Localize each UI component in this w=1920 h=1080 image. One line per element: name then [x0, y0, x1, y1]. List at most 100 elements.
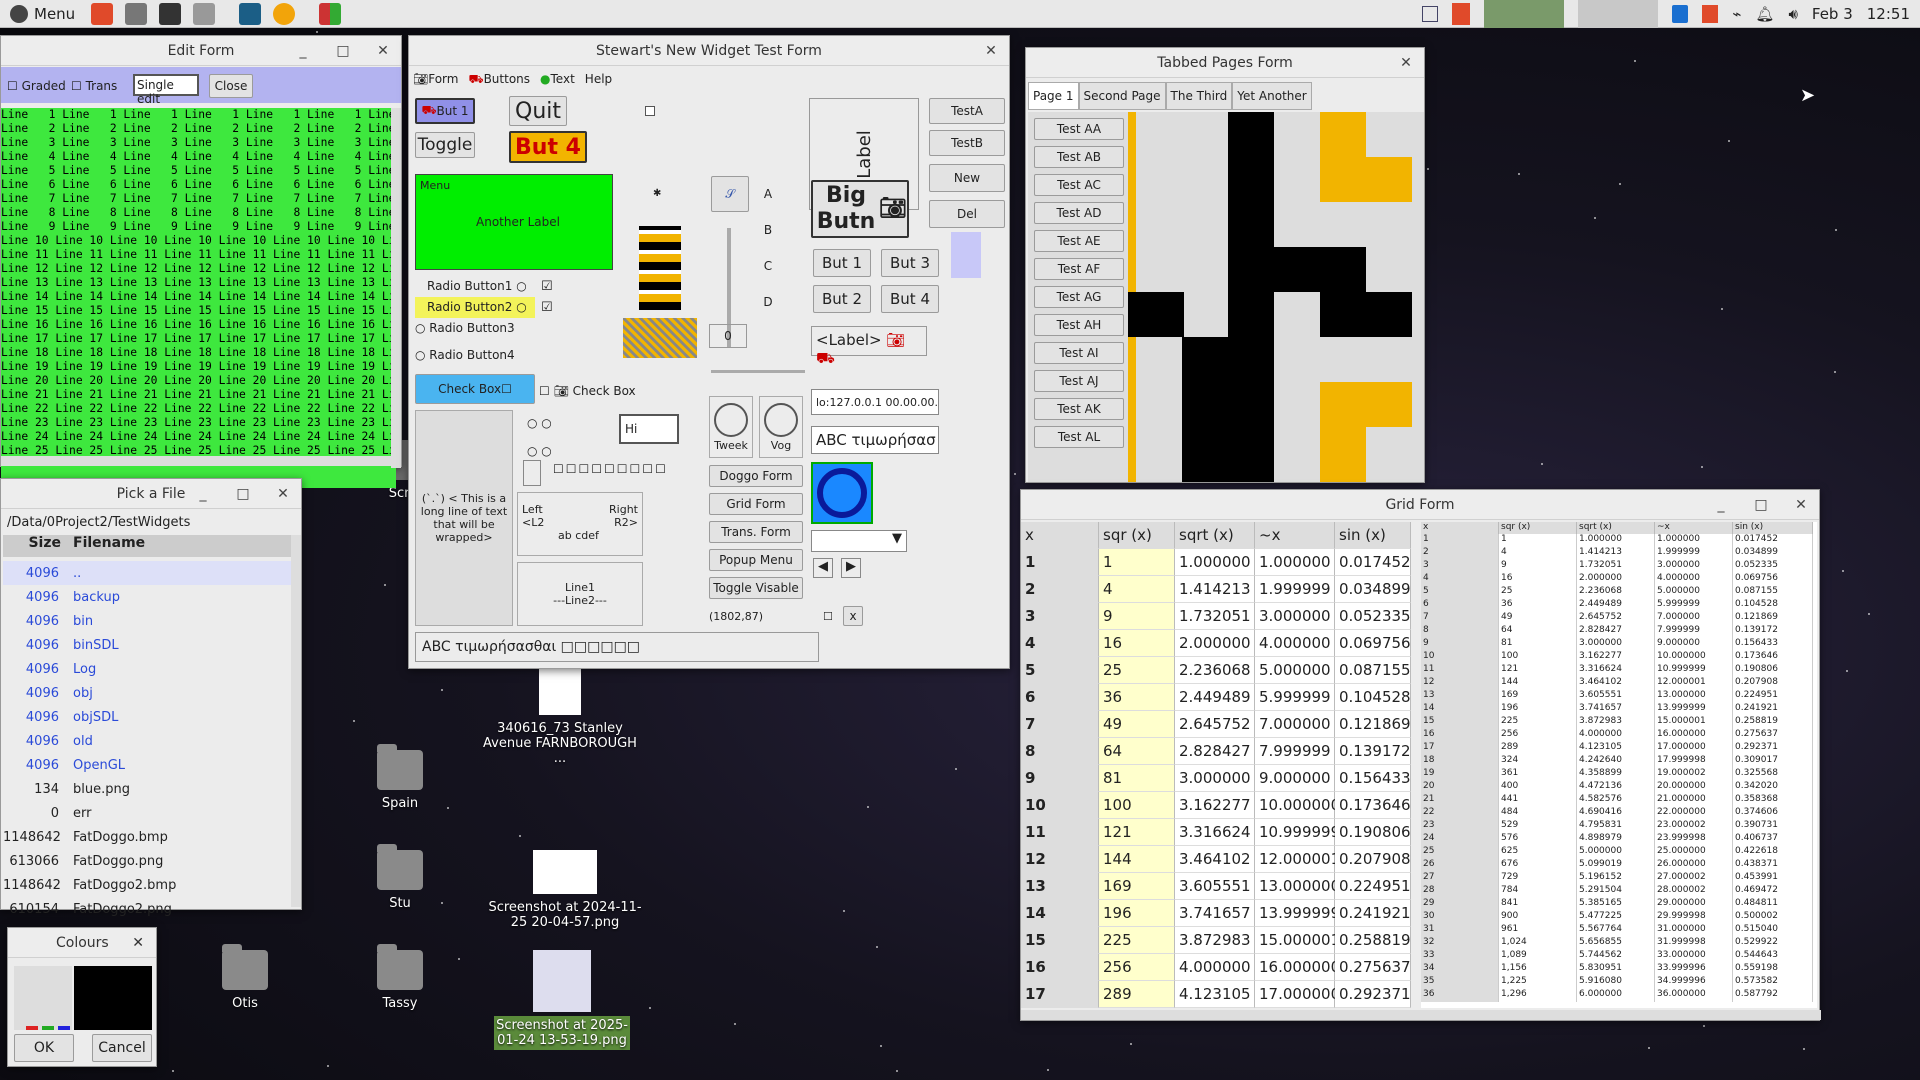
- mini-grid-cell[interactable]: 3.872983: [1577, 716, 1655, 729]
- testa-button[interactable]: TestA: [929, 98, 1005, 124]
- right-arrow-button[interactable]: ▶: [841, 558, 861, 578]
- files-icon[interactable]: [125, 2, 148, 25]
- mini-grid-cell[interactable]: 13.000000: [1655, 690, 1733, 703]
- mini-grid-cell[interactable]: 35: [1421, 976, 1499, 989]
- grid-cell[interactable]: 3.316624: [1175, 819, 1255, 846]
- mini-grid-cell[interactable]: 2.449489: [1577, 599, 1655, 612]
- mini-grid-cell[interactable]: 0.544643: [1733, 950, 1813, 963]
- red-slider[interactable]: [26, 1026, 38, 1030]
- title-bar[interactable]: Tabbed Pages Form ✕: [1026, 48, 1424, 78]
- grid-form-button[interactable]: Grid Form: [709, 493, 803, 515]
- mini-grid-cell[interactable]: 13.999999: [1655, 703, 1733, 716]
- grid-cell[interactable]: 7.999999: [1255, 738, 1335, 765]
- grid-cell[interactable]: 3.000000: [1255, 603, 1335, 630]
- menu-text[interactable]: ●Text: [540, 72, 575, 88]
- ok-button[interactable]: OK: [14, 1034, 74, 1062]
- tab-3[interactable]: The Third: [1165, 82, 1233, 110]
- grid-cell[interactable]: 9: [1099, 603, 1175, 630]
- testb-button[interactable]: TestB: [929, 130, 1005, 156]
- menu-help[interactable]: Help: [585, 72, 612, 88]
- another-label-panel[interactable]: Menu Another Label: [415, 174, 613, 270]
- mini-grid-cell[interactable]: 1.000000: [1577, 534, 1655, 547]
- mini-grid-cell[interactable]: 4: [1421, 573, 1499, 586]
- book-icon[interactable]: [239, 2, 262, 25]
- mini-grid-cell[interactable]: 1.000000: [1655, 534, 1733, 547]
- mini-grid-cell[interactable]: 0.515040: [1733, 924, 1813, 937]
- toggle-visible-button[interactable]: Toggle Visable: [709, 577, 803, 599]
- mini-grid-cell[interactable]: 0.173646: [1733, 651, 1813, 664]
- mini-grid-cell[interactable]: 3.162277: [1577, 651, 1655, 664]
- grid-cell[interactable]: 0.139172: [1335, 738, 1411, 765]
- file-row[interactable]: 4096 backup: [3, 585, 291, 609]
- mini-grid-cell[interactable]: 33.999996: [1655, 963, 1733, 976]
- desktop-icon-screenshot-2[interactable]: Screenshot at 2025-01-24 13-53-19.png: [494, 950, 630, 1050]
- del-button[interactable]: Del: [929, 200, 1005, 228]
- grid-cell[interactable]: 1: [1021, 549, 1099, 576]
- mini-grid-cell[interactable]: 0.484811: [1733, 898, 1813, 911]
- test-button[interactable]: Test AA: [1034, 118, 1124, 140]
- cancel-button[interactable]: Cancel: [92, 1034, 152, 1062]
- horizontal-scrollbar[interactable]: [1021, 1010, 1821, 1020]
- mini-grid-cell[interactable]: 33.000000: [1655, 950, 1733, 963]
- hi-input[interactable]: Hi: [619, 414, 679, 444]
- grid-cell[interactable]: 1: [1099, 549, 1175, 576]
- mini-grid-cell[interactable]: 32: [1421, 937, 1499, 950]
- mini-grid-cell[interactable]: 1: [1499, 534, 1577, 547]
- mini-grid-cell[interactable]: 4.000000: [1655, 573, 1733, 586]
- grid-cell[interactable]: 9.000000: [1255, 765, 1335, 792]
- mini-grid-cell[interactable]: 5.000000: [1655, 586, 1733, 599]
- network-icon[interactable]: ⌁: [1732, 5, 1741, 23]
- mini-grid-cell[interactable]: 5.099019: [1577, 859, 1655, 872]
- file-row[interactable]: 1148642 FatDoggo2.bmp: [3, 873, 291, 897]
- mini-grid-cell[interactable]: 21: [1421, 794, 1499, 807]
- mini-grid-cell[interactable]: 4.898979: [1577, 833, 1655, 846]
- filename-column-header[interactable]: Filename: [67, 535, 145, 557]
- test-button[interactable]: Test AB: [1034, 146, 1124, 168]
- mini-grid-cell[interactable]: 6: [1421, 599, 1499, 612]
- mini-grid-cell[interactable]: 0.139172: [1733, 625, 1813, 638]
- mini-grid-cell[interactable]: 0.422618: [1733, 846, 1813, 859]
- grid-cell[interactable]: 121: [1099, 819, 1175, 846]
- mini-grid-cell[interactable]: 5.656855: [1577, 937, 1655, 950]
- mini-grid-cell[interactable]: 23.000002: [1655, 820, 1733, 833]
- mini-grid-cell[interactable]: 0.390731: [1733, 820, 1813, 833]
- mini-grid-cell[interactable]: 0.207908: [1733, 677, 1813, 690]
- mini-grid-cell[interactable]: 289: [1499, 742, 1577, 755]
- grid-cell[interactable]: 8: [1021, 738, 1099, 765]
- mini-grid-cell[interactable]: 324: [1499, 755, 1577, 768]
- grid-cell[interactable]: 3.464102: [1175, 846, 1255, 873]
- mini-data-grid[interactable]: x sqr (x) sqrt (x) ~x sin (x) 1 1 1.000000 1.000…: [1421, 522, 1817, 1008]
- mini-grid-cell[interactable]: 25.000000: [1655, 846, 1733, 859]
- mini-grid-cell[interactable]: 2.828427: [1577, 625, 1655, 638]
- data-grid[interactable]: x sqr (x) sqrt (x) ~x sin (x) 1 1 1.000000 1.000…: [1021, 522, 1411, 1008]
- mini-grid-cell[interactable]: 1,296: [1499, 989, 1577, 1002]
- mini-grid-cell[interactable]: 0.453991: [1733, 872, 1813, 885]
- grid-cell[interactable]: 0.190806: [1335, 819, 1411, 846]
- mini-grid-cell[interactable]: 0.258819: [1733, 716, 1813, 729]
- grid-cell[interactable]: 1.732051: [1175, 603, 1255, 630]
- grid-header-cell[interactable]: x: [1021, 522, 1099, 549]
- maximize-button[interactable]: □: [333, 41, 353, 61]
- radio-button-3[interactable]: ○ Radio Button3: [415, 318, 535, 339]
- mini-grid-cell[interactable]: 100: [1499, 651, 1577, 664]
- desktop-icon-screenshot-1[interactable]: Screenshot at 2024-11-25 20-04-57.png: [485, 850, 645, 930]
- grid-cell[interactable]: 10: [1021, 792, 1099, 819]
- address-input[interactable]: lo:127.0.0.1 00.00.00.: [811, 389, 939, 415]
- mini-grid-cell[interactable]: 1.999999: [1655, 547, 1733, 560]
- but4-button[interactable]: But 4: [509, 131, 587, 163]
- mini-grid-cell[interactable]: 5.477225: [1577, 911, 1655, 924]
- mini-grid-header-cell[interactable]: sin (x): [1733, 522, 1813, 534]
- close-button[interactable]: ✕: [981, 41, 1001, 61]
- mini-grid-cell[interactable]: 20.000000: [1655, 781, 1733, 794]
- title-bar[interactable]: Grid Form _ □ ✕: [1021, 490, 1819, 520]
- tab-2[interactable]: Second Page: [1078, 82, 1166, 110]
- grid-cell[interactable]: 4.000000: [1175, 954, 1255, 981]
- mini-grid-cell[interactable]: 22.000000: [1655, 807, 1733, 820]
- test-button[interactable]: Test AH: [1034, 314, 1124, 336]
- mini-grid-cell[interactable]: 30: [1421, 911, 1499, 924]
- spiral-icon-button[interactable]: 𝒮: [711, 176, 749, 212]
- vog-knob[interactable]: Vog: [759, 396, 803, 458]
- grid-cell[interactable]: 0.275637: [1335, 954, 1411, 981]
- mini-grid-cell[interactable]: 17: [1421, 742, 1499, 755]
- clock[interactable]: 12:51: [1867, 5, 1910, 23]
